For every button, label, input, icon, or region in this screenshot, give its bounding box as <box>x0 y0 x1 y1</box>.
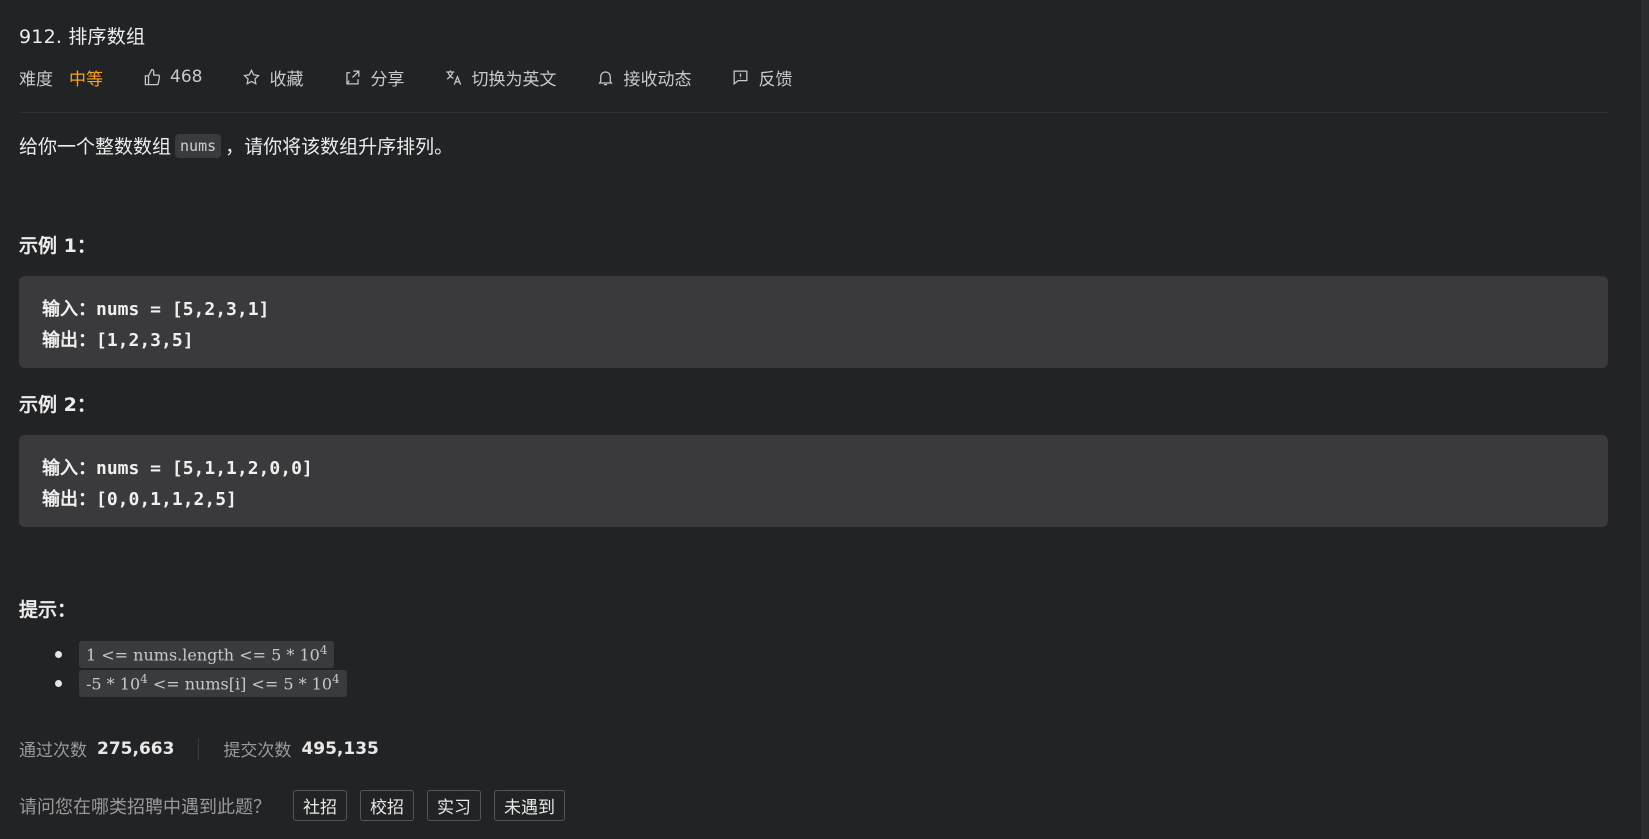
favorite-label: 收藏 <box>269 69 304 90</box>
example-1-title: 示例 1： <box>19 235 96 257</box>
example-2-box: 输入：nums = [5,1,1,2,0,0] 输出：[0,0,1,1,2,5] <box>19 435 1608 527</box>
difficulty: 难度 中等 <box>19 65 103 90</box>
vertical-scrollbar[interactable] <box>1641 0 1649 839</box>
switch-language-button[interactable]: 切换为英文 <box>443 65 556 90</box>
hint-item: 1 <= nums.length <= 5 * 104 <box>55 640 347 669</box>
share-label: 分享 <box>370 69 405 90</box>
comment-icon <box>730 67 750 87</box>
subscribe-label: 接收动态 <box>623 69 692 90</box>
example-2-title: 示例 2： <box>19 394 96 416</box>
submitted-label: 提交次数 <box>223 741 292 761</box>
submitted-value: 495,135 <box>301 738 379 759</box>
hints-title: 提示： <box>19 599 77 621</box>
hint-1-text: 1 <= nums.length <= 5 * 10 <box>86 645 320 665</box>
hint-item: -5 * 104 <= nums[i] <= 5 * 104 <box>55 669 347 698</box>
description-text-after: ，请你将该数组升序排列。 <box>225 136 454 158</box>
subscribe-button[interactable]: 接收动态 <box>595 65 691 90</box>
example-2-output: 输出：[0,0,1,1,2,5] <box>42 489 237 510</box>
hint-2-text-b: <= nums[i] <= 5 * 10 <box>147 674 333 694</box>
hint-2-exponent-b: 4 <box>332 672 340 687</box>
problem-description: 给你一个整数数组 nums ，请你将该数组升序排列。 <box>19 132 453 159</box>
like-count: 468 <box>170 67 203 87</box>
bullet-icon <box>55 651 62 658</box>
thumbs-up-icon <box>142 67 162 87</box>
description-text-before: 给你一个整数数组 <box>19 136 172 158</box>
survey-option-social[interactable]: 社招 <box>293 790 347 821</box>
feedback-label: 反馈 <box>758 69 793 90</box>
example-1-input: 输入：nums = [5,2,3,1] <box>42 299 270 320</box>
accepted-label: 通过次数 <box>19 741 87 761</box>
example-2-input: 输入：nums = [5,1,1,2,0,0] <box>42 458 313 479</box>
header-divider <box>19 112 1608 113</box>
star-icon <box>241 67 261 87</box>
like-button[interactable]: 468 <box>142 67 202 87</box>
hint-2-text-a: -5 * 10 <box>86 674 141 694</box>
problem-page: 912. 排序数组 难度 中等 468 收藏 分享 切换为英文 接收动态 反馈 … <box>0 0 1649 839</box>
translate-icon <box>443 67 463 87</box>
hint-constraint-1: 1 <= nums.length <= 5 * 104 <box>79 641 335 668</box>
description-inline-code: nums <box>175 133 222 158</box>
survey-option-campus[interactable]: 校招 <box>360 790 414 821</box>
accepted-value: 275,663 <box>97 738 175 759</box>
bullet-icon <box>55 680 62 687</box>
bell-icon <box>595 67 615 87</box>
share-icon <box>342 67 362 87</box>
survey-option-internship[interactable]: 实习 <box>427 790 481 821</box>
switch-language-label: 切换为英文 <box>471 69 557 90</box>
example-1-box: 输入：nums = [5,2,3,1] 输出：[1,2,3,5] <box>19 276 1608 368</box>
survey-question: 请问您在哪类招聘中遇到此题？ <box>19 796 271 818</box>
favorite-button[interactable]: 收藏 <box>241 65 303 90</box>
difficulty-value: 中等 <box>69 69 103 90</box>
problem-title: 912. 排序数组 <box>19 26 146 48</box>
feedback-button[interactable]: 反馈 <box>730 65 792 90</box>
stats-divider <box>198 737 200 760</box>
survey-option-not-met[interactable]: 未遇到 <box>494 790 565 821</box>
difficulty-label: 难度 <box>19 69 53 90</box>
share-button[interactable]: 分享 <box>342 65 404 90</box>
submission-stats: 通过次数 275,663 提交次数 495,135 <box>19 736 379 761</box>
hint-1-exponent: 4 <box>319 643 328 658</box>
problem-meta-bar: 难度 中等 468 收藏 分享 切换为英文 接收动态 反馈 <box>19 64 831 90</box>
example-1-output: 输出：[1,2,3,5] <box>42 330 194 351</box>
hint-constraint-2: -5 * 104 <= nums[i] <= 5 * 104 <box>79 670 347 697</box>
recruitment-survey: 请问您在哪类招聘中遇到此题？ 社招 校招 实习 未遇到 <box>19 790 578 821</box>
hints-list: 1 <= nums.length <= 5 * 104 -5 * 104 <= … <box>55 640 347 698</box>
hint-2-exponent-a: 4 <box>140 672 148 687</box>
